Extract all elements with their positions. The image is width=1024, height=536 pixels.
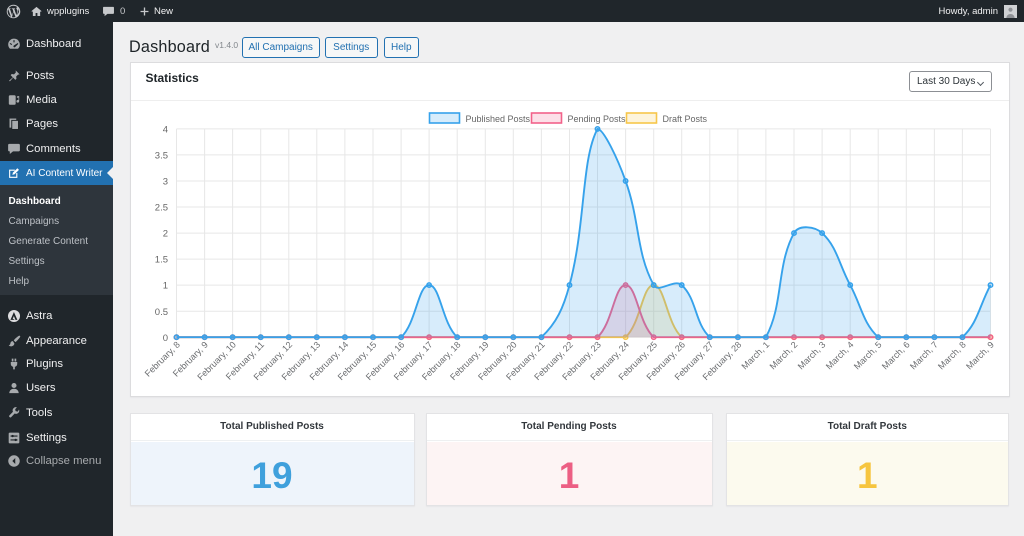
svg-text:March, 7: March, 7 xyxy=(907,340,939,372)
svg-text:March, 3: March, 3 xyxy=(795,340,827,372)
svg-text:Draft Posts: Draft Posts xyxy=(662,114,707,124)
svg-text:4: 4 xyxy=(162,125,167,136)
svg-text:3: 3 xyxy=(162,177,167,188)
svg-text:Published Posts: Published Posts xyxy=(465,114,530,124)
svg-text:March, 5: March, 5 xyxy=(851,340,883,372)
svg-text:March, 4: March, 4 xyxy=(823,340,855,372)
svg-text:Pending Posts: Pending Posts xyxy=(567,114,626,124)
svg-text:1: 1 xyxy=(162,281,167,292)
svg-text:2.5: 2.5 xyxy=(154,203,167,214)
svg-text:March, 1: March, 1 xyxy=(739,340,771,372)
svg-text:0: 0 xyxy=(162,333,167,344)
svg-text:March, 9: March, 9 xyxy=(964,340,996,372)
svg-text:March, 8: March, 8 xyxy=(935,340,967,372)
svg-text:3.5: 3.5 xyxy=(154,151,167,162)
svg-text:March, 6: March, 6 xyxy=(879,340,911,372)
svg-text:0.5: 0.5 xyxy=(154,307,167,318)
svg-text:2: 2 xyxy=(162,229,167,240)
svg-text:March, 2: March, 2 xyxy=(767,340,799,372)
svg-text:1.5: 1.5 xyxy=(154,255,167,266)
